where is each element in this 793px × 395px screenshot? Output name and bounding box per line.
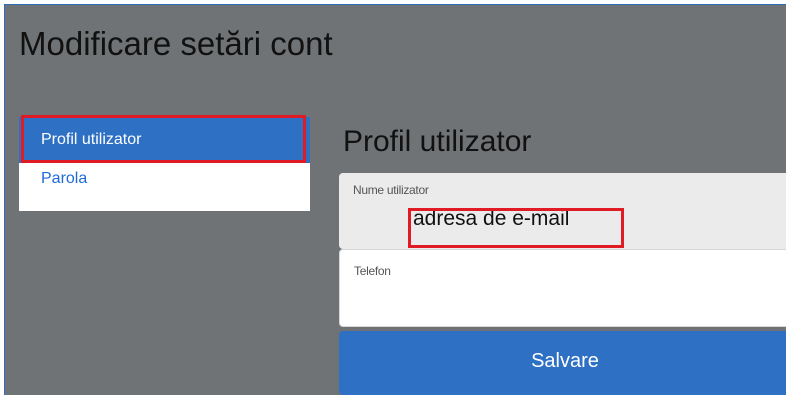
sidebar-item-label: Parola [41,170,88,187]
save-button[interactable]: Salvare [339,331,786,395]
phone-label: Telefon [354,264,391,278]
username-field[interactable]: Nume utilizator adresa de e-mail [339,173,786,249]
settings-page: Modificare setări cont Profil utilizator… [4,4,786,395]
page-title: Modificare setări cont [19,25,333,62]
section-title: Profil utilizator [343,125,532,158]
username-value: adresa de e-mail [413,207,570,230]
sidebar-item-label: Profil utilizator [41,131,142,148]
settings-sidebar: Profil utilizator Parola [19,117,310,211]
phone-field[interactable]: Telefon [339,249,786,327]
username-label: Nume utilizator [353,183,429,197]
sidebar-item-profile[interactable]: Profil utilizator [19,117,310,163]
sidebar-item-password[interactable]: Parola [19,167,310,207]
